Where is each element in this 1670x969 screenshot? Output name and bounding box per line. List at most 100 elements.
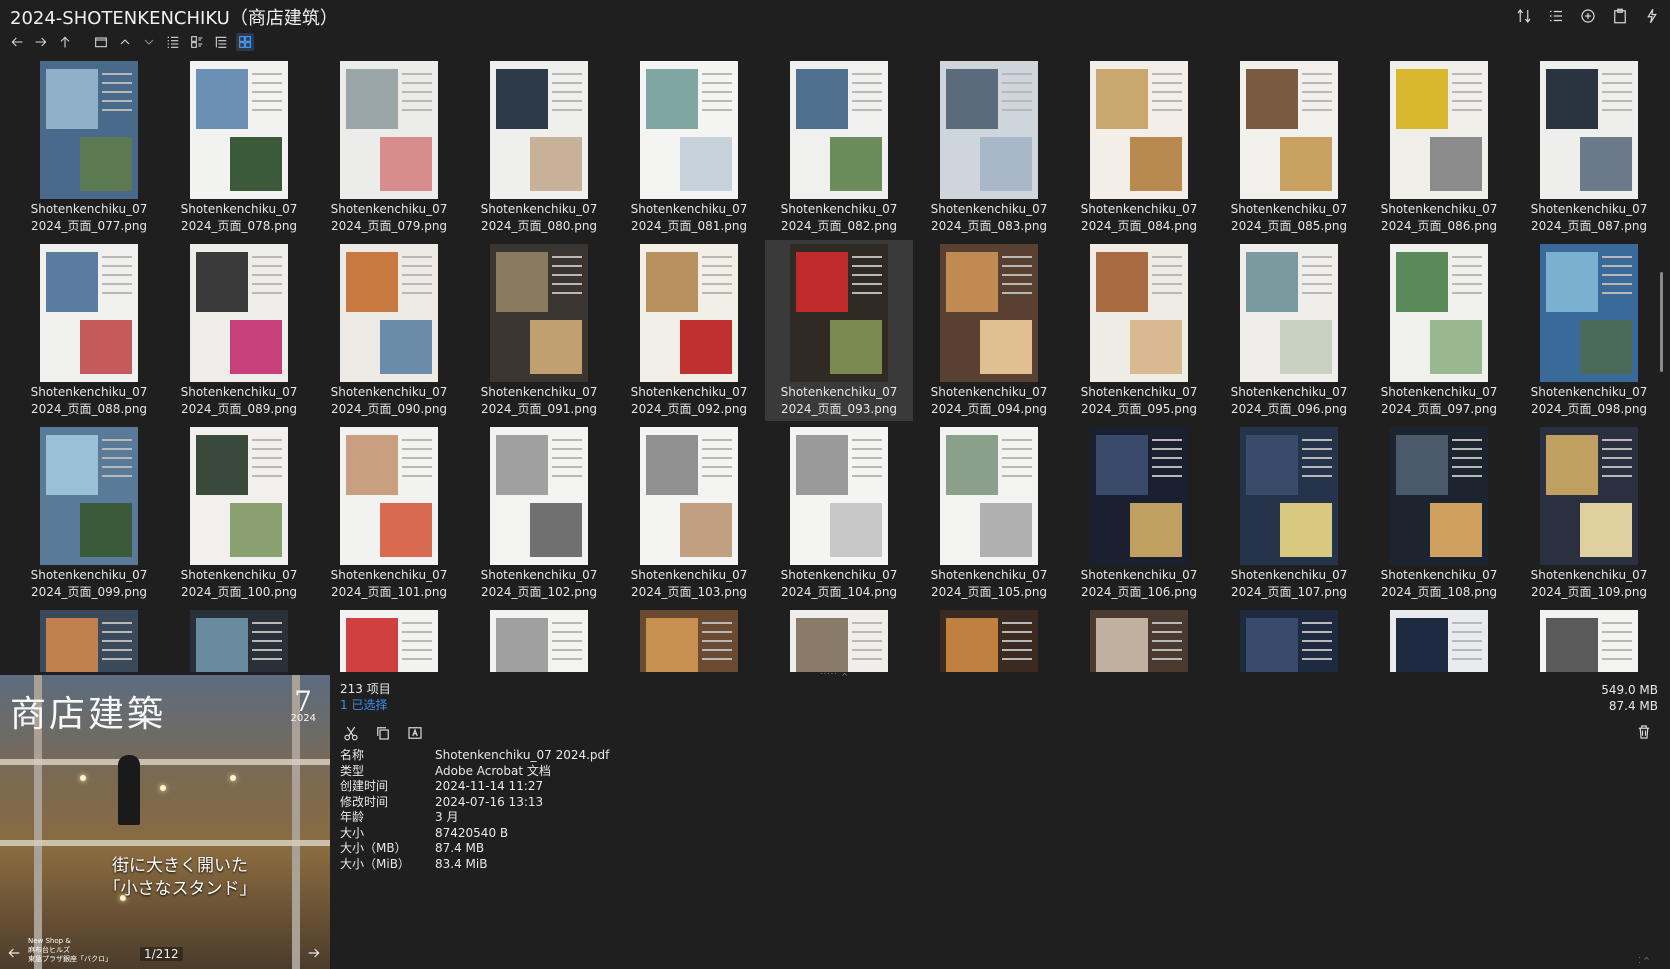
scrollbar-thumb[interactable] bbox=[1660, 272, 1663, 372]
file-item[interactable] bbox=[465, 606, 613, 672]
thumbnail-photo bbox=[230, 503, 282, 557]
file-item[interactable]: Shotenkenchiku_07 2024_页面_089.png bbox=[165, 240, 313, 421]
property-value[interactable]: Adobe Acrobat 文档 bbox=[435, 764, 551, 780]
pin-icon[interactable] bbox=[1642, 6, 1662, 26]
property-value[interactable]: 87420540 B bbox=[435, 826, 508, 842]
vertical-scrollbar[interactable] bbox=[1656, 56, 1666, 672]
file-item[interactable]: Shotenkenchiku_07 2024_页面_091.png bbox=[465, 240, 613, 421]
file-item[interactable]: Shotenkenchiku_07 2024_页面_104.png bbox=[765, 423, 913, 604]
panel-corner-icon[interactable]: ⁚ ^ bbox=[1638, 956, 1650, 965]
thumbnail-photo bbox=[1546, 618, 1598, 672]
file-item[interactable] bbox=[315, 606, 463, 672]
file-name: Shotenkenchiku_07 2024_页面_081.png bbox=[630, 202, 748, 233]
tiles-view-icon[interactable] bbox=[188, 33, 206, 51]
property-value[interactable]: 3 月 bbox=[435, 810, 458, 826]
add-icon[interactable] bbox=[1578, 6, 1598, 26]
property-value[interactable]: 2024-07-16 13:13 bbox=[435, 795, 543, 811]
thumbnail-text-line bbox=[702, 82, 732, 84]
file-item[interactable]: Shotenkenchiku_07 2024_页面_082.png bbox=[765, 57, 913, 238]
file-item[interactable]: Shotenkenchiku_07 2024_页面_080.png bbox=[465, 57, 613, 238]
copy-icon[interactable] bbox=[372, 722, 394, 744]
thumbnail-text-line bbox=[1152, 283, 1182, 285]
up-icon[interactable] bbox=[56, 33, 74, 51]
file-item[interactable]: Shotenkenchiku_07 2024_页面_100.png bbox=[165, 423, 313, 604]
thumbnail-text-line bbox=[1602, 292, 1632, 294]
thumbnail-text-line bbox=[1302, 109, 1332, 111]
file-item[interactable]: Shotenkenchiku_07 2024_页面_106.png bbox=[1065, 423, 1213, 604]
file-item[interactable] bbox=[1065, 606, 1213, 672]
delete-icon[interactable] bbox=[1634, 722, 1654, 742]
file-item[interactable]: Shotenkenchiku_07 2024_页面_086.png bbox=[1365, 57, 1513, 238]
file-item[interactable] bbox=[765, 606, 913, 672]
tree-view-icon[interactable] bbox=[212, 33, 230, 51]
chevron-up-icon[interactable] bbox=[116, 33, 134, 51]
property-value[interactable]: 2024-11-14 11:27 bbox=[435, 779, 543, 795]
chevron-down-icon[interactable] bbox=[140, 33, 158, 51]
thumbnail-view-icon[interactable] bbox=[236, 33, 254, 51]
file-name: Shotenkenchiku_07 2024_页面_091.png bbox=[480, 385, 598, 416]
file-item[interactable] bbox=[15, 606, 163, 672]
file-thumbnail bbox=[790, 610, 888, 672]
selected-count[interactable]: 1 已选择 bbox=[340, 696, 387, 713]
file-item[interactable]: Shotenkenchiku_07 2024_页面_084.png bbox=[1065, 57, 1213, 238]
preview-prev-icon[interactable] bbox=[4, 943, 24, 963]
file-item[interactable]: Shotenkenchiku_07 2024_页面_109.png bbox=[1515, 423, 1650, 604]
details-view-icon[interactable] bbox=[164, 33, 182, 51]
folder-icon[interactable] bbox=[92, 33, 110, 51]
file-item[interactable]: Shotenkenchiku_07 2024_页面_093.png bbox=[765, 240, 913, 421]
file-item[interactable]: Shotenkenchiku_07 2024_页面_097.png bbox=[1365, 240, 1513, 421]
clipboard-icon[interactable] bbox=[1610, 6, 1630, 26]
file-item[interactable]: Shotenkenchiku_07 2024_页面_090.png bbox=[315, 240, 463, 421]
thumbnail-text-line bbox=[552, 475, 582, 477]
file-item[interactable] bbox=[1515, 606, 1650, 672]
file-item[interactable]: Shotenkenchiku_07 2024_页面_085.png bbox=[1215, 57, 1363, 238]
file-item[interactable]: Shotenkenchiku_07 2024_页面_102.png bbox=[465, 423, 613, 604]
file-name: Shotenkenchiku_07 2024_页面_109.png bbox=[1530, 568, 1648, 599]
file-item[interactable]: Shotenkenchiku_07 2024_页面_083.png bbox=[915, 57, 1063, 238]
file-item[interactable] bbox=[1215, 606, 1363, 672]
file-item[interactable]: Shotenkenchiku_07 2024_页面_077.png bbox=[15, 57, 163, 238]
file-item[interactable]: Shotenkenchiku_07 2024_页面_078.png bbox=[165, 57, 313, 238]
preview-next-icon[interactable] bbox=[304, 943, 324, 963]
file-item[interactable]: Shotenkenchiku_07 2024_页面_094.png bbox=[915, 240, 1063, 421]
total-size: 549.0 MB bbox=[1601, 683, 1658, 697]
file-item[interactable] bbox=[915, 606, 1063, 672]
cut-icon[interactable] bbox=[340, 722, 362, 744]
thumbnail-text-line bbox=[402, 283, 432, 285]
file-item[interactable]: Shotenkenchiku_07 2024_页面_088.png bbox=[15, 240, 163, 421]
file-item[interactable]: Shotenkenchiku_07 2024_页面_099.png bbox=[15, 423, 163, 604]
file-item[interactable]: Shotenkenchiku_07 2024_页面_107.png bbox=[1215, 423, 1363, 604]
property-value[interactable]: 87.4 MB bbox=[435, 841, 484, 857]
forward-icon[interactable] bbox=[32, 33, 50, 51]
thumbnail-text-line bbox=[552, 256, 582, 258]
back-icon[interactable] bbox=[8, 33, 26, 51]
property-value[interactable]: Shotenkenchiku_07 2024.pdf bbox=[435, 748, 609, 764]
file-item[interactable]: Shotenkenchiku_07 2024_页面_092.png bbox=[615, 240, 763, 421]
rename-icon[interactable] bbox=[404, 722, 426, 744]
file-item[interactable]: Shotenkenchiku_07 2024_页面_087.png bbox=[1515, 57, 1650, 238]
property-value[interactable]: 83.4 MiB bbox=[435, 857, 487, 873]
file-item[interactable]: Shotenkenchiku_07 2024_页面_098.png bbox=[1515, 240, 1650, 421]
sort-icon[interactable] bbox=[1514, 6, 1534, 26]
thumbnail-photo bbox=[196, 69, 248, 129]
file-item[interactable] bbox=[1365, 606, 1513, 672]
file-thumbnail bbox=[940, 427, 1038, 565]
file-item[interactable]: Shotenkenchiku_07 2024_页面_095.png bbox=[1065, 240, 1213, 421]
thumbnail-text-line bbox=[252, 265, 282, 267]
file-item[interactable]: Shotenkenchiku_07 2024_页面_103.png bbox=[615, 423, 763, 604]
file-item[interactable]: Shotenkenchiku_07 2024_页面_096.png bbox=[1215, 240, 1363, 421]
thumbnail-photo bbox=[946, 69, 998, 129]
file-item[interactable] bbox=[615, 606, 763, 672]
thumbnail-text-line bbox=[1602, 475, 1632, 477]
thumbnail-text-line bbox=[552, 100, 582, 102]
thumbnail-text-line bbox=[1452, 658, 1482, 660]
file-item[interactable]: Shotenkenchiku_07 2024_页面_079.png bbox=[315, 57, 463, 238]
file-item[interactable]: Shotenkenchiku_07 2024_页面_108.png bbox=[1365, 423, 1513, 604]
file-item[interactable]: Shotenkenchiku_07 2024_页面_101.png bbox=[315, 423, 463, 604]
file-item[interactable] bbox=[165, 606, 313, 672]
list-settings-icon[interactable] bbox=[1546, 6, 1566, 26]
file-item[interactable]: Shotenkenchiku_07 2024_页面_105.png bbox=[915, 423, 1063, 604]
thumbnail-text-line bbox=[1152, 100, 1182, 102]
file-thumbnail bbox=[40, 427, 138, 565]
file-item[interactable]: Shotenkenchiku_07 2024_页面_081.png bbox=[615, 57, 763, 238]
